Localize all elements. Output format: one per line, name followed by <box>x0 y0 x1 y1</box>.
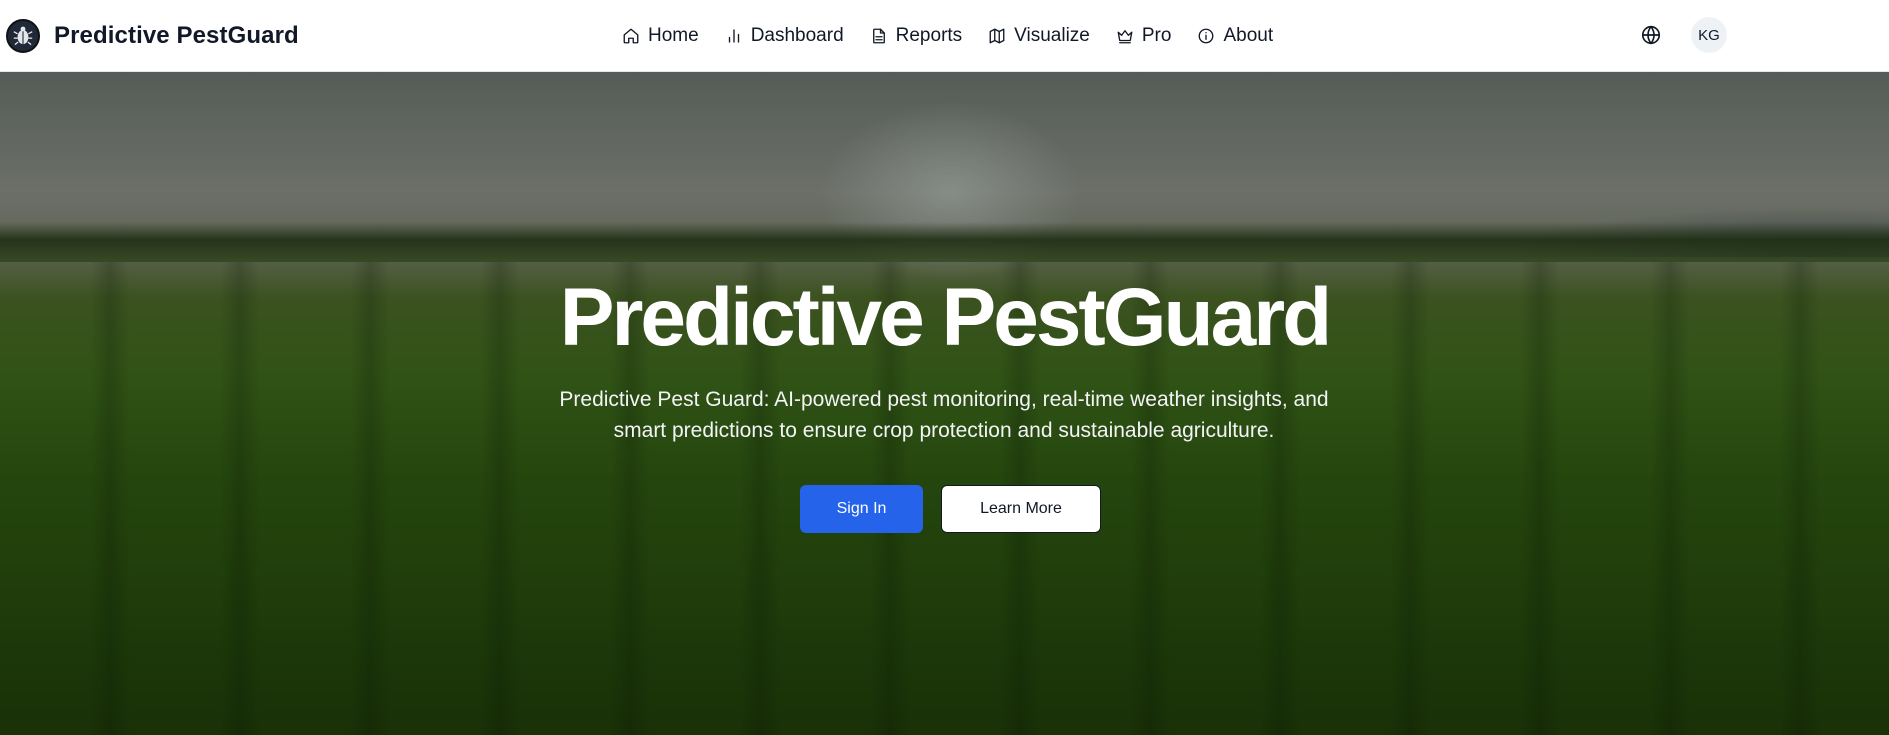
beetle-logo-icon <box>6 19 40 53</box>
nav-pro-label: Pro <box>1141 25 1172 46</box>
nav-home[interactable]: Home <box>622 20 699 52</box>
main-nav: Home Dashboard Reports Visualize Pro Abo… <box>622 20 1273 52</box>
nav-dashboard[interactable]: Dashboard <box>725 20 844 52</box>
hero-title: Predictive PestGuard <box>559 272 1332 363</box>
nav-reports-label: Reports <box>895 25 963 46</box>
hero-section: Predictive PestGuard Predictive Pest Gua… <box>0 72 1889 735</box>
nav-about[interactable]: About <box>1197 20 1273 52</box>
bar-chart-icon <box>728 29 739 43</box>
nav-home-label: Home <box>648 25 699 46</box>
nav-dashboard-label: Dashboard <box>750 25 844 46</box>
brand-name: Predictive PestGuard <box>54 22 299 49</box>
nav-pro[interactable]: Pro <box>1116 20 1172 52</box>
nav-reports[interactable]: Reports <box>870 20 963 52</box>
learn-more-button[interactable]: Learn More <box>941 485 1101 533</box>
nav-visualize[interactable]: Visualize <box>988 20 1090 52</box>
map-icon <box>989 28 1005 44</box>
hero-subtitle: Predictive Pest Guard: AI-powered pest m… <box>559 388 1329 442</box>
nav-visualize-label: Visualize <box>1014 25 1090 46</box>
brand[interactable]: Predictive PestGuard <box>6 18 299 54</box>
globe-icon <box>1641 25 1661 45</box>
crown-icon <box>1117 30 1133 44</box>
sign-in-button[interactable]: Sign In <box>800 485 923 533</box>
info-icon <box>1199 28 1214 44</box>
language-button[interactable] <box>1640 24 1662 46</box>
nav-about-label: About <box>1223 25 1274 46</box>
home-icon <box>623 28 639 44</box>
document-icon <box>872 28 885 44</box>
top-navbar: Predictive PestGuard Home Dashboard Repo… <box>0 0 1889 72</box>
user-avatar[interactable]: KG <box>1691 17 1727 53</box>
